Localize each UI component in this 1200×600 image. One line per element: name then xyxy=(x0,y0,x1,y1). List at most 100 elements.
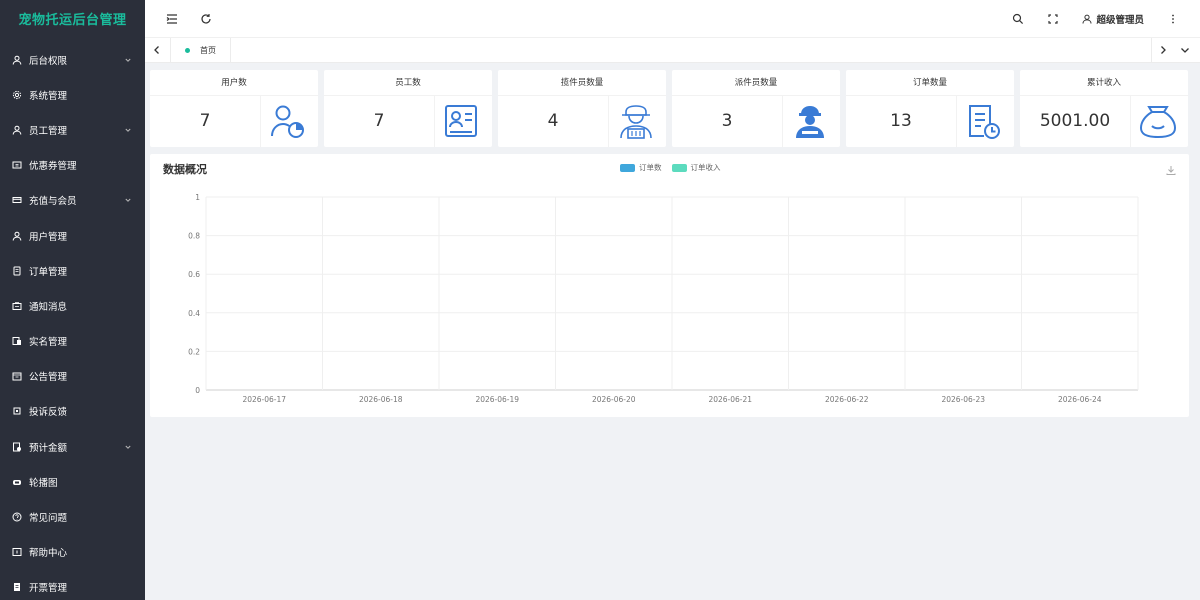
x-tick-label: 2026-06-19 xyxy=(475,395,519,404)
tab-home-label: 首页 xyxy=(200,46,216,55)
sidebar-menu: 后台权限系统管理员工管理优惠券管理充值与会员用户管理订单管理通知消息实名管理公告… xyxy=(0,42,145,600)
invoice-icon xyxy=(12,582,22,592)
sidebar-item[interactable]: 通知消息 xyxy=(0,288,145,323)
sidebar-item[interactable]: 系统管理 xyxy=(0,77,145,112)
x-tick-label: 2026-06-20 xyxy=(592,395,636,404)
help-icon xyxy=(12,547,22,557)
sidebar-item[interactable]: 实名管理 xyxy=(0,324,145,359)
x-tick-label: 2026-06-23 xyxy=(941,395,985,404)
sidebar-item[interactable]: 公告管理 xyxy=(0,359,145,394)
app-logo-title: 宠物托运后台管理 xyxy=(18,13,127,28)
notice-icon xyxy=(12,301,22,311)
stat-card: 用户数 7 xyxy=(150,70,318,147)
question-icon xyxy=(12,512,22,522)
sidebar-item-label: 轮播图 xyxy=(29,477,58,489)
top-header: 超级管理员 xyxy=(145,0,1200,38)
announce-icon xyxy=(12,371,22,381)
sidebar-item-label: 优惠券管理 xyxy=(29,161,77,173)
fullscreen-icon[interactable] xyxy=(1045,11,1061,27)
sidebar-item-label: 常见问题 xyxy=(29,513,68,525)
sidebar-item-label: 开票管理 xyxy=(29,583,68,595)
y-tick-label: 0 xyxy=(195,386,200,395)
sidebar-item-label: 帮助中心 xyxy=(29,548,68,560)
courier-icon xyxy=(616,102,656,140)
card-icon xyxy=(12,195,22,205)
x-tick-label: 2026-06-22 xyxy=(825,395,869,404)
stat-card-title: 累计收入 xyxy=(1020,70,1188,96)
y-tick-label: 0.6 xyxy=(188,270,200,279)
sidebar-item-label: 员工管理 xyxy=(29,125,68,137)
active-tab-dot xyxy=(185,48,190,53)
sidebar-item[interactable]: 常见问题 xyxy=(0,499,145,534)
tabs-bar: 首页 xyxy=(145,38,1200,63)
sidebar-item[interactable]: 投诉反馈 xyxy=(0,394,145,429)
sidebar-item[interactable]: 帮助中心 xyxy=(0,535,145,570)
stat-card-value: 5001.00 xyxy=(1039,111,1111,131)
sidebar-item-label: 用户管理 xyxy=(29,231,68,243)
search-icon[interactable] xyxy=(1010,11,1026,27)
tab-scroll-left-icon[interactable] xyxy=(150,43,164,57)
stat-card-value: 13 xyxy=(890,111,912,131)
stat-card-divider xyxy=(260,96,261,147)
refresh-icon[interactable] xyxy=(198,11,214,27)
sidebar-item-label: 订单管理 xyxy=(29,266,68,278)
y-tick-label: 1 xyxy=(195,193,200,202)
id-icon xyxy=(12,336,22,346)
sidebar-item[interactable]: 开票管理 xyxy=(0,570,145,600)
x-tick-label: 2026-06-17 xyxy=(242,395,286,404)
user-menu[interactable]: 超级管理员 xyxy=(1082,12,1144,26)
stat-card: 累计收入 5001.00 xyxy=(1020,70,1188,147)
y-tick-label: 0.2 xyxy=(188,347,200,356)
stat-card-divider xyxy=(608,96,609,147)
chevron-down-icon xyxy=(123,125,133,135)
coupon-icon xyxy=(12,160,22,170)
sidebar-item-label: 实名管理 xyxy=(29,337,68,349)
gear-icon xyxy=(12,90,22,100)
carousel-icon xyxy=(12,477,22,487)
sidebar-item[interactable]: 预计金额 xyxy=(0,429,145,464)
sidebar-item[interactable]: 员工管理 xyxy=(0,112,145,147)
tab-scroll-right-icon[interactable] xyxy=(1156,43,1170,57)
stat-card: 派件员数量 3 xyxy=(672,70,840,147)
user-name: 超级管理员 xyxy=(1096,15,1144,26)
menu-toggle-icon[interactable] xyxy=(164,11,180,27)
sidebar-item-label: 预计金额 xyxy=(29,442,68,454)
user-icon xyxy=(1082,14,1092,24)
stat-card-divider xyxy=(956,96,957,147)
stat-card: 揽件员数量 4 xyxy=(498,70,666,147)
money-icon xyxy=(12,442,22,452)
x-tick-label: 2026-06-24 xyxy=(1058,395,1102,404)
line-chart: 0 0.2 0.4 0.6 0.8 1 2026-06-17 2026-06-18 2026-0… xyxy=(188,193,1139,404)
sidebar-item[interactable]: 用户管理 xyxy=(0,218,145,253)
user-chart-icon xyxy=(268,102,308,140)
sidebar-item[interactable]: 充值与会员 xyxy=(0,183,145,218)
sidebar-item[interactable]: 优惠券管理 xyxy=(0,148,145,183)
stat-card-divider xyxy=(434,96,435,147)
sidebar-item[interactable]: 轮播图 xyxy=(0,464,145,499)
sidebar-item-label: 投诉反馈 xyxy=(29,407,68,419)
tab-home[interactable]: 首页 xyxy=(170,38,231,63)
stat-card: 员工数 7 xyxy=(324,70,492,147)
chevron-down-icon xyxy=(123,195,133,205)
user-icon xyxy=(12,231,22,241)
y-tick-label: 0.8 xyxy=(188,232,200,241)
tab-options-chevron-down-icon[interactable] xyxy=(1178,43,1192,57)
more-vertical-icon[interactable] xyxy=(1165,11,1181,27)
money-bag-icon xyxy=(1138,102,1178,140)
stat-card-divider xyxy=(1130,96,1131,147)
stat-card-title: 用户数 xyxy=(150,70,318,96)
feedback-icon xyxy=(12,406,22,416)
chevron-down-icon xyxy=(123,55,133,65)
sidebar-item-label: 通知消息 xyxy=(29,301,68,313)
y-tick-label: 0.4 xyxy=(188,309,200,318)
sidebar-item[interactable]: 后台权限 xyxy=(0,42,145,77)
stat-card-value: 3 xyxy=(721,111,733,131)
x-tick-label: 2026-06-21 xyxy=(708,395,752,404)
stat-card-title: 订单数量 xyxy=(846,70,1014,96)
stat-card-title: 派件员数量 xyxy=(672,70,840,96)
tab-divider xyxy=(1151,38,1152,63)
sidebar-item[interactable]: 订单管理 xyxy=(0,253,145,288)
stat-card: 订单数量 13 xyxy=(846,70,1014,147)
sidebar-item-label: 后台权限 xyxy=(29,55,68,67)
stat-card-value: 7 xyxy=(373,111,385,131)
